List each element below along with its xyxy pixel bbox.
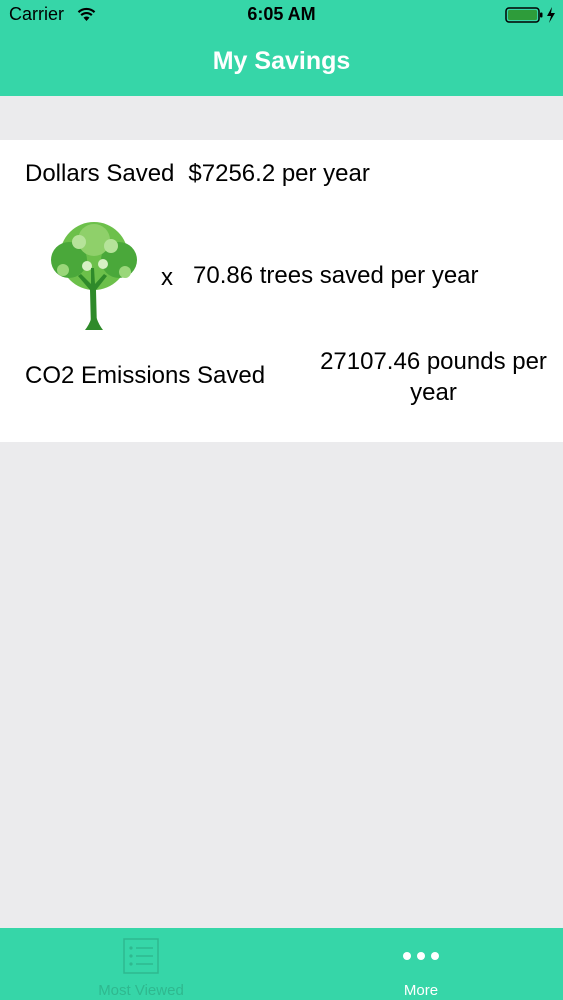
tree-icon [51, 222, 137, 330]
navigation-bar: My Savings [0, 30, 563, 96]
page-title: My Savings [212, 47, 351, 75]
trees-multiplier: x [161, 264, 173, 291]
tab-bar: Most Viewed More [0, 928, 563, 1000]
co2-saved-label: CO2 Emissions Saved [25, 362, 266, 389]
tab-most-viewed[interactable]: Most Viewed [71, 928, 211, 1000]
co2-saved-value: 27107.46 pounds per year [320, 348, 547, 406]
list-icon [123, 938, 159, 974]
charging-bolt-icon [547, 7, 555, 23]
trees-saved-value: 70.86 trees saved per year [193, 262, 479, 289]
savings-card: Dollars Saved $7256.2 per year x 70.86 tr… [0, 140, 563, 442]
tab-more-label: More [403, 982, 439, 999]
status-bar: Carrier 6:05 AM [0, 0, 563, 30]
more-dots-icon [403, 952, 439, 960]
dollars-saved-value: $7256.2 per year [188, 160, 370, 187]
dollars-saved-label: Dollars Saved [25, 160, 175, 187]
battery-icon [505, 7, 555, 23]
status-time: 6:05 AM [247, 4, 316, 24]
dollars-saved-row: Dollars Saved $7256.2 per year [25, 160, 370, 188]
tab-more[interactable]: More [351, 928, 491, 1000]
tab-most-viewed-label: Most Viewed [98, 982, 184, 999]
